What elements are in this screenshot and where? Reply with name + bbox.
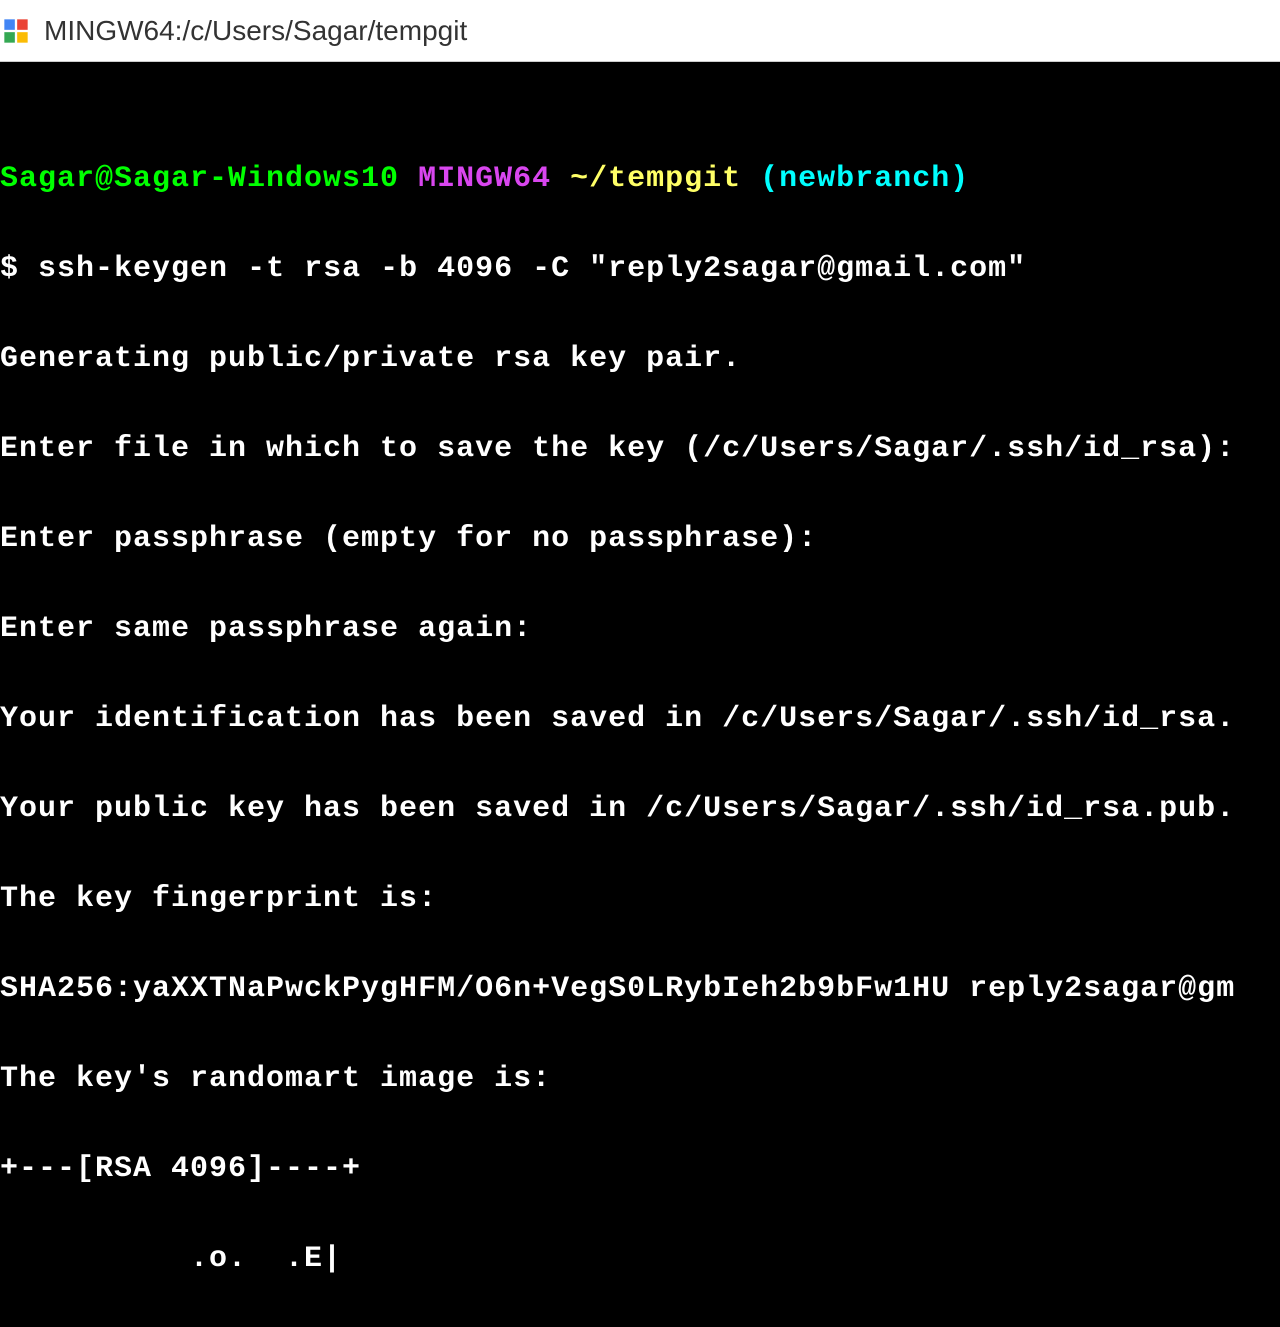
output-line: The key fingerprint is: bbox=[0, 877, 1280, 922]
output-line: Enter same passphrase again: bbox=[0, 607, 1280, 652]
prompt-branch: (newbranch) bbox=[760, 162, 969, 196]
prompt-symbol: $ bbox=[0, 252, 19, 286]
prompt-env: MINGW64 bbox=[418, 162, 551, 196]
window-title: MINGW64:/c/Users/Sagar/tempgit bbox=[44, 15, 467, 47]
output-line: +---[RSA 4096]----+ bbox=[0, 1147, 1280, 1192]
output-line: .o. .E| bbox=[0, 1237, 1280, 1282]
prompt-user-host: Sagar@Sagar-Windows10 bbox=[0, 162, 399, 196]
app-icon bbox=[2, 17, 30, 45]
terminal-area[interactable]: Sagar@Sagar-Windows10 MINGW64 ~/tempgit … bbox=[0, 62, 1280, 1327]
output-line: SHA256:yaXXTNaPwckPygHFM/O6n+VegS0LRybIe… bbox=[0, 967, 1280, 1012]
output-line: Enter passphrase (empty for no passphras… bbox=[0, 517, 1280, 562]
prompt-path: ~/tempgit bbox=[570, 162, 741, 196]
output-line: Your public key has been saved in /c/Use… bbox=[0, 787, 1280, 832]
command-text: ssh-keygen -t rsa -b 4096 -C "reply2saga… bbox=[38, 252, 1026, 286]
output-line: Enter file in which to save the key (/c/… bbox=[0, 427, 1280, 472]
command-line: $ ssh-keygen -t rsa -b 4096 -C "reply2sa… bbox=[0, 247, 1280, 292]
prompt-line: Sagar@Sagar-Windows10 MINGW64 ~/tempgit … bbox=[0, 157, 1280, 202]
output-line: The key's randomart image is: bbox=[0, 1057, 1280, 1102]
title-bar: MINGW64:/c/Users/Sagar/tempgit bbox=[0, 0, 1280, 62]
output-line: Generating public/private rsa key pair. bbox=[0, 337, 1280, 382]
